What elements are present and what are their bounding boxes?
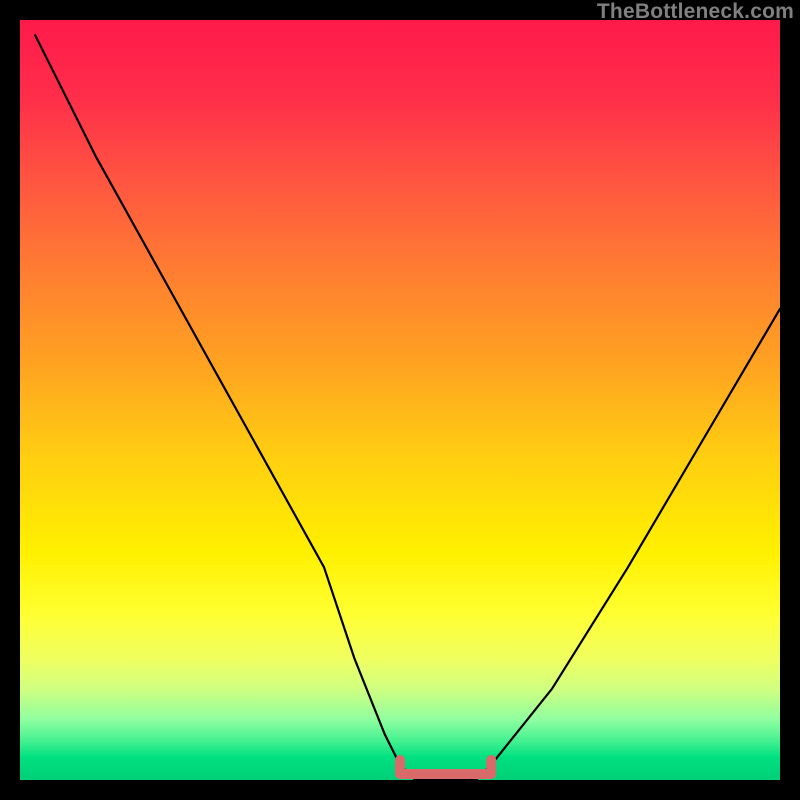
curve-svg xyxy=(20,20,780,780)
flat-region-marker xyxy=(400,760,491,774)
bottleneck-curve-line xyxy=(35,35,780,780)
chart-container: TheBottleneck.com xyxy=(0,0,800,800)
plot-area xyxy=(20,20,780,780)
watermark-text: TheBottleneck.com xyxy=(597,0,794,24)
